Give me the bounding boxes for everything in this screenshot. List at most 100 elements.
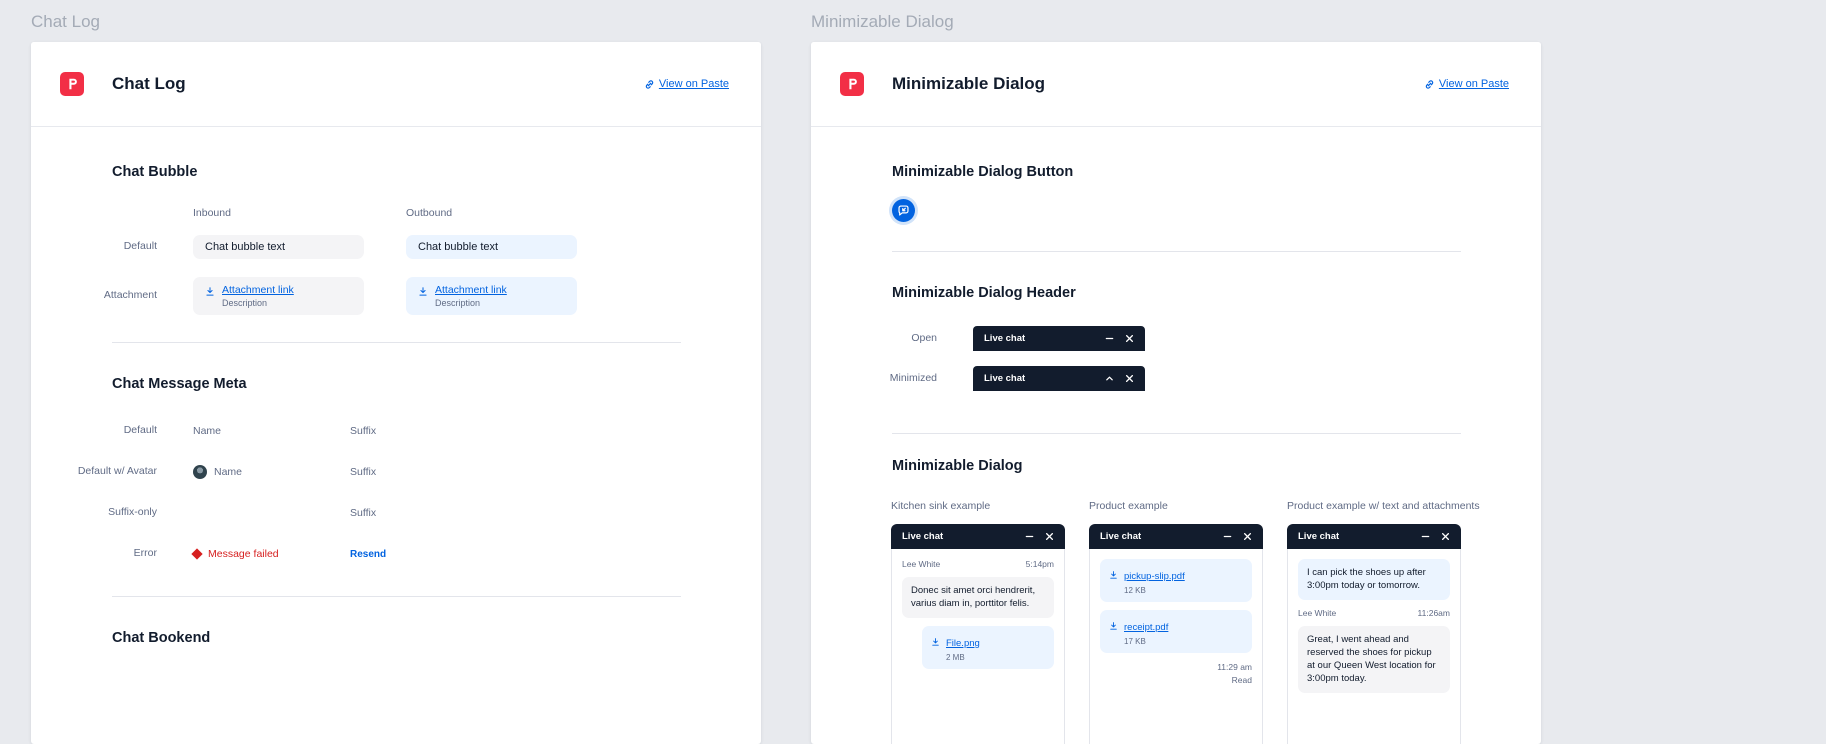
message-time: 11:26am (1418, 608, 1450, 618)
meta-name: Name (193, 425, 221, 437)
section-divider (892, 433, 1461, 434)
dialog-title: Live chat (984, 333, 1025, 344)
message-status: Read (1100, 674, 1252, 687)
link-icon (644, 79, 655, 90)
close-icon[interactable] (1125, 334, 1134, 343)
message-author: Lee White (1298, 608, 1336, 618)
minimizable-dialog-card: Minimizable Dialog View on Paste Minimiz… (811, 42, 1541, 744)
attachment-description: Description (435, 298, 507, 308)
attachment-link[interactable]: Attachment link (222, 284, 294, 296)
close-icon[interactable] (1045, 532, 1054, 541)
attachment-size: 17 KB (1124, 637, 1168, 646)
close-icon[interactable] (1441, 532, 1450, 541)
chat-attachment-outbound: File.png 2 MB (922, 626, 1054, 669)
minimizable-dialog: Live chat pickup-slip.pdf (1089, 524, 1263, 744)
dialog-title: Live chat (1100, 531, 1141, 542)
window-label: Chat Log (31, 12, 761, 33)
attachment-link[interactable]: receipt.pdf (1124, 622, 1168, 633)
paste-logo-icon (60, 72, 84, 96)
section-divider (892, 251, 1461, 252)
minimizable-dialog: Live chat Lee White 5:14pm Donec sit ame… (891, 524, 1065, 744)
avatar (193, 465, 207, 479)
dialog-header: Live chat (891, 524, 1065, 549)
row-label: Suffix-only (31, 506, 157, 519)
meta-name: Name (214, 466, 242, 478)
example-label: Product example (1089, 500, 1263, 512)
minimize-icon[interactable] (1223, 532, 1232, 541)
section-title-chat-message-meta: Chat Message Meta (112, 376, 681, 392)
dialog-title: Live chat (1298, 531, 1339, 542)
dialog-header: Live chat (1089, 524, 1263, 549)
section-divider (112, 596, 681, 597)
section-title-dialog-button: Minimizable Dialog Button (892, 164, 1461, 180)
error-icon (191, 548, 202, 559)
chat-bubble-inbound: Great, I went ahead and reserved the sho… (1298, 626, 1450, 693)
section-divider (112, 342, 681, 343)
chat-bubble-inbound: Donec sit amet orci hendrerit, varius di… (902, 577, 1054, 618)
example-product-text-attachments: Product example w/ text and attachments … (1287, 500, 1461, 744)
minimizable-dialog-button[interactable] (892, 199, 915, 222)
example-label: Kitchen sink example (891, 500, 1065, 512)
dialog-examples: Kitchen sink example Live chat Lee White… (891, 500, 1541, 744)
dialog-title: Live chat (902, 531, 943, 542)
example-kitchen-sink: Kitchen sink example Live chat Lee White… (891, 500, 1065, 744)
link-icon (1424, 79, 1435, 90)
chat-bubble-inbound: Chat bubble text (193, 235, 364, 259)
minimize-icon[interactable] (1105, 334, 1114, 343)
row-label: Open (811, 332, 937, 345)
row-label: Attachment (31, 289, 157, 302)
section-title-dialog-examples: Minimizable Dialog (892, 458, 1461, 474)
download-icon (1109, 618, 1118, 636)
meta-row-error: Error Message failed Resend (31, 541, 761, 566)
meta-suffix: Suffix (350, 425, 376, 437)
error-text: Message failed (208, 548, 279, 560)
page-title: Chat Log (112, 74, 186, 94)
minimizable-dialog: Live chat I can pick the shoes up after … (1287, 524, 1461, 744)
expand-icon[interactable] (1105, 374, 1114, 383)
view-on-paste-link[interactable]: View on Paste (1424, 78, 1509, 90)
close-icon[interactable] (1125, 374, 1134, 383)
download-icon (418, 286, 428, 300)
card-header: Minimizable Dialog View on Paste (811, 42, 1541, 127)
row-header-open: Open Live chat (811, 326, 1541, 351)
dialog-header-minimized: Live chat (973, 366, 1145, 391)
meta-suffix: Suffix (350, 507, 376, 519)
chat-attachment-outbound: receipt.pdf 17 KB (1100, 610, 1252, 653)
chat-icon (897, 204, 910, 217)
chat-bubble-outbound: Chat bubble text (406, 235, 577, 259)
attachment-link[interactable]: Attachment link (435, 284, 507, 296)
section-title-dialog-header: Minimizable Dialog Header (892, 285, 1461, 301)
dialog-body: Lee White 5:14pm Donec sit amet orci hen… (891, 549, 1065, 744)
panel-chat-log: Chat Log Chat Log View on Paste Chat Bub… (31, 12, 761, 744)
minimize-icon[interactable] (1025, 532, 1034, 541)
download-icon (1109, 567, 1118, 585)
attachment-link[interactable]: File.png (946, 638, 980, 649)
row-header-minimized: Minimized Live chat (811, 366, 1541, 391)
message-time: 5:14pm (1026, 559, 1054, 569)
paste-logo-icon (840, 72, 864, 96)
chat-attachment-outbound: pickup-slip.pdf 12 KB (1100, 559, 1252, 602)
row-label: Default w/ Avatar (31, 465, 157, 478)
section-title-chat-bookend: Chat Bookend (112, 630, 681, 646)
row-label: Minimized (811, 372, 937, 385)
chat-attachment-inbound: Attachment link Description (193, 277, 364, 315)
row-attachment-bubbles: Attachment Attachment link Description (31, 277, 761, 315)
page-title: Minimizable Dialog (892, 74, 1045, 94)
message-author: Lee White (902, 559, 940, 569)
meta-row-suffix-only: Suffix-only Suffix (31, 500, 761, 525)
chat-bubble-outbound: I can pick the shoes up after 3:00pm tod… (1298, 559, 1450, 600)
download-icon (205, 286, 215, 300)
panel-minimizable-dialog: Minimizable Dialog Minimizable Dialog Vi… (811, 12, 1541, 744)
minimize-icon[interactable] (1421, 532, 1430, 541)
dialog-body: I can pick the shoes up after 3:00pm tod… (1287, 549, 1461, 744)
column-header-inbound: Inbound (193, 207, 406, 219)
resend-button[interactable]: Resend (350, 549, 386, 560)
section-title-chat-bubble: Chat Bubble (112, 164, 681, 180)
row-label: Error (31, 547, 157, 560)
attachment-link[interactable]: pickup-slip.pdf (1124, 571, 1185, 582)
chat-log-card: Chat Log View on Paste Chat Bubble Inbou… (31, 42, 761, 744)
attachment-size: 12 KB (1124, 586, 1185, 595)
close-icon[interactable] (1243, 532, 1252, 541)
view-on-paste-link[interactable]: View on Paste (644, 78, 729, 90)
row-default-bubbles: Default Chat bubble text Chat bubble tex… (31, 235, 761, 259)
